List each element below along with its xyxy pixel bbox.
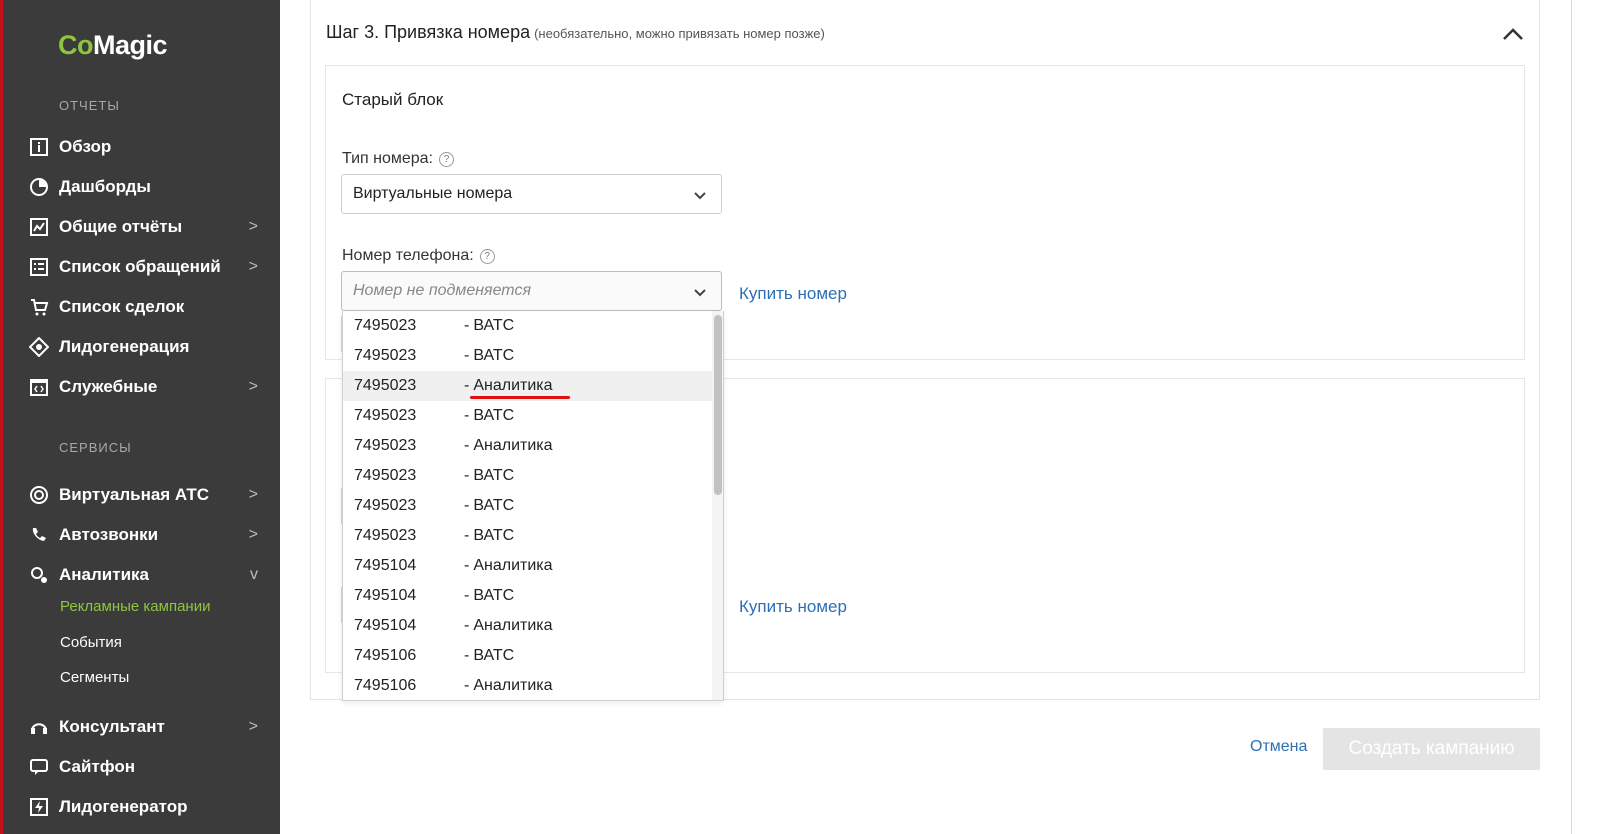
- sidebar-item-general-reports[interactable]: Общие отчёты >: [28, 212, 258, 242]
- pie-chart-icon: [28, 176, 50, 198]
- dropdown-option-highlighted[interactable]: 7495023- Аналитика: [343, 371, 712, 401]
- dropdown-option[interactable]: 7495023- ВАТС: [343, 311, 712, 341]
- sidebar-item-analytics[interactable]: Аналитика v: [28, 560, 258, 590]
- step-title: Шаг 3. Привязка номера: [326, 22, 531, 42]
- chevron-down-icon: v: [250, 566, 258, 583]
- sidebar-item-label: Общие отчёты: [59, 217, 183, 236]
- sidebar-item-leadgen[interactable]: Лидогенерация: [28, 332, 258, 362]
- sidebar-item-deals[interactable]: Список сделок: [28, 292, 258, 322]
- sidebar-item-label: Обзор: [59, 137, 112, 156]
- sidebar-item-autocalls[interactable]: Автозвонки >: [28, 520, 258, 550]
- sidebar-item-consultant[interactable]: Консультант >: [28, 712, 258, 742]
- sidebar-item-label: Дашборды: [59, 177, 151, 196]
- dropdown-option[interactable]: 7495023- ВАТС: [343, 341, 712, 371]
- step-header: Шаг 3. Привязка номера (необязательно, мо…: [326, 22, 825, 43]
- sidebar: CoMagic ОТЧЕТЫ Обзор Дашборды Общие отчё…: [0, 0, 280, 834]
- sitephone-icon: [28, 756, 50, 778]
- dropdown-option[interactable]: 7495023- ВАТС: [343, 401, 712, 431]
- code-icon: [28, 376, 50, 398]
- chevron-right-icon: >: [248, 526, 258, 543]
- chevron-right-icon: >: [248, 258, 258, 275]
- dropdown-option[interactable]: 7495023- Аналитика: [343, 431, 712, 461]
- dropdown-option[interactable]: 7495104- Аналитика: [343, 611, 712, 641]
- chevron-right-icon: >: [248, 718, 258, 735]
- consultant-icon: [28, 716, 50, 738]
- sidebar-item-requests[interactable]: Список обращений >: [28, 252, 258, 282]
- sidebar-item-label: Служебные: [59, 377, 158, 396]
- dropdown-option[interactable]: 7495023- ВАТС: [343, 491, 712, 521]
- sidebar-item-service[interactable]: Служебные >: [28, 372, 258, 402]
- chevron-down-icon: [694, 289, 706, 297]
- cart-icon: [28, 296, 50, 318]
- step-note: (необязательно, можно привязать номер по…: [534, 26, 825, 41]
- create-campaign-button[interactable]: Создать кампанию: [1323, 728, 1540, 770]
- sidebar-item-label: Консультант: [59, 717, 165, 736]
- sidebar-item-label: Виртуальная АТС: [59, 485, 210, 504]
- phone-number-select[interactable]: Номер не подменяется: [341, 271, 722, 311]
- page-edge-divider: [1571, 0, 1572, 834]
- sidebar-item-label: Лидогенерация: [59, 337, 190, 356]
- services-section-title: СЕРВИСЫ: [59, 440, 132, 455]
- sidebar-item-label: Аналитика: [59, 565, 149, 584]
- comagic-logo[interactable]: CoMagic: [58, 30, 168, 61]
- chevron-right-icon: >: [248, 486, 258, 503]
- dropdown-option[interactable]: 7495104- ВАТС: [343, 581, 712, 611]
- sidebar-item-label: Сайтфон: [59, 757, 136, 776]
- sidebar-item-label: Список обращений: [59, 257, 221, 276]
- buy-number-link[interactable]: Купить номер: [739, 284, 847, 304]
- pbx-icon: [28, 484, 50, 506]
- phone-number-dropdown[interactable]: 7495023- ВАТС 7495023- ВАТС 7495023- Аналит…: [342, 311, 724, 701]
- block-title: Старый блок: [342, 90, 444, 109]
- dropdown-option[interactable]: 7495106- Аналитика: [343, 671, 712, 700]
- phone-number-placeholder: Номер не подменяется: [353, 282, 531, 299]
- sidebar-item-overview[interactable]: Обзор: [28, 132, 258, 162]
- number-type-select[interactable]: Виртуальные номера: [341, 174, 722, 214]
- chevron-right-icon: >: [248, 378, 258, 395]
- sidebar-item-label: Автозвонки: [59, 525, 159, 544]
- dropdown-option[interactable]: 7495023- ВАТС: [343, 461, 712, 491]
- sidebar-item-label: Лидогенератор: [59, 797, 188, 816]
- help-icon[interactable]: ?: [439, 151, 454, 167]
- phone-number-label: Номер телефона:?: [342, 247, 495, 265]
- number-type-value: Виртуальные номера: [353, 185, 513, 202]
- lead-icon: [28, 336, 50, 358]
- sidebar-item-virtual-pbx[interactable]: Виртуальная АТС >: [28, 480, 258, 510]
- leadgen-icon: [28, 796, 50, 818]
- red-underline-annotation: [470, 396, 570, 399]
- number-type-label: Тип номера:?: [342, 150, 454, 168]
- analytics-icon: [28, 564, 50, 586]
- sidebar-item-sitephone[interactable]: Сайтфон: [28, 752, 258, 782]
- dropdown-scrollbar-thumb[interactable]: [714, 315, 722, 495]
- dropdown-option[interactable]: 7495106- ВАТС: [343, 641, 712, 671]
- dropdown-option[interactable]: 7495023- ВАТС: [343, 521, 712, 551]
- sidebar-subitem-segments[interactable]: Сегменты: [60, 669, 129, 686]
- autocall-icon: [28, 524, 50, 546]
- sidebar-item-leadgenerator[interactable]: Лидогенератор: [28, 792, 258, 822]
- sidebar-item-label: Список сделок: [59, 297, 185, 316]
- buy-number-link-2[interactable]: Купить номер: [739, 597, 847, 617]
- sidebar-subitem-ad-campaigns[interactable]: Рекламные кампании: [60, 598, 210, 615]
- line-chart-icon: [28, 216, 50, 238]
- chevron-down-icon: [694, 192, 706, 200]
- sidebar-subitem-events[interactable]: События: [60, 634, 122, 651]
- chevron-right-icon: >: [248, 218, 258, 235]
- dropdown-option[interactable]: 7495104- Аналитика: [343, 551, 712, 581]
- reports-section-title: ОТЧЕТЫ: [59, 98, 120, 113]
- list-icon: [28, 256, 50, 278]
- sidebar-item-dashboards[interactable]: Дашборды: [28, 172, 258, 202]
- info-icon: [28, 136, 50, 158]
- collapse-chevron-up-icon[interactable]: [1500, 24, 1526, 44]
- cancel-button[interactable]: Отмена: [1250, 738, 1307, 756]
- help-icon[interactable]: ?: [479, 248, 495, 264]
